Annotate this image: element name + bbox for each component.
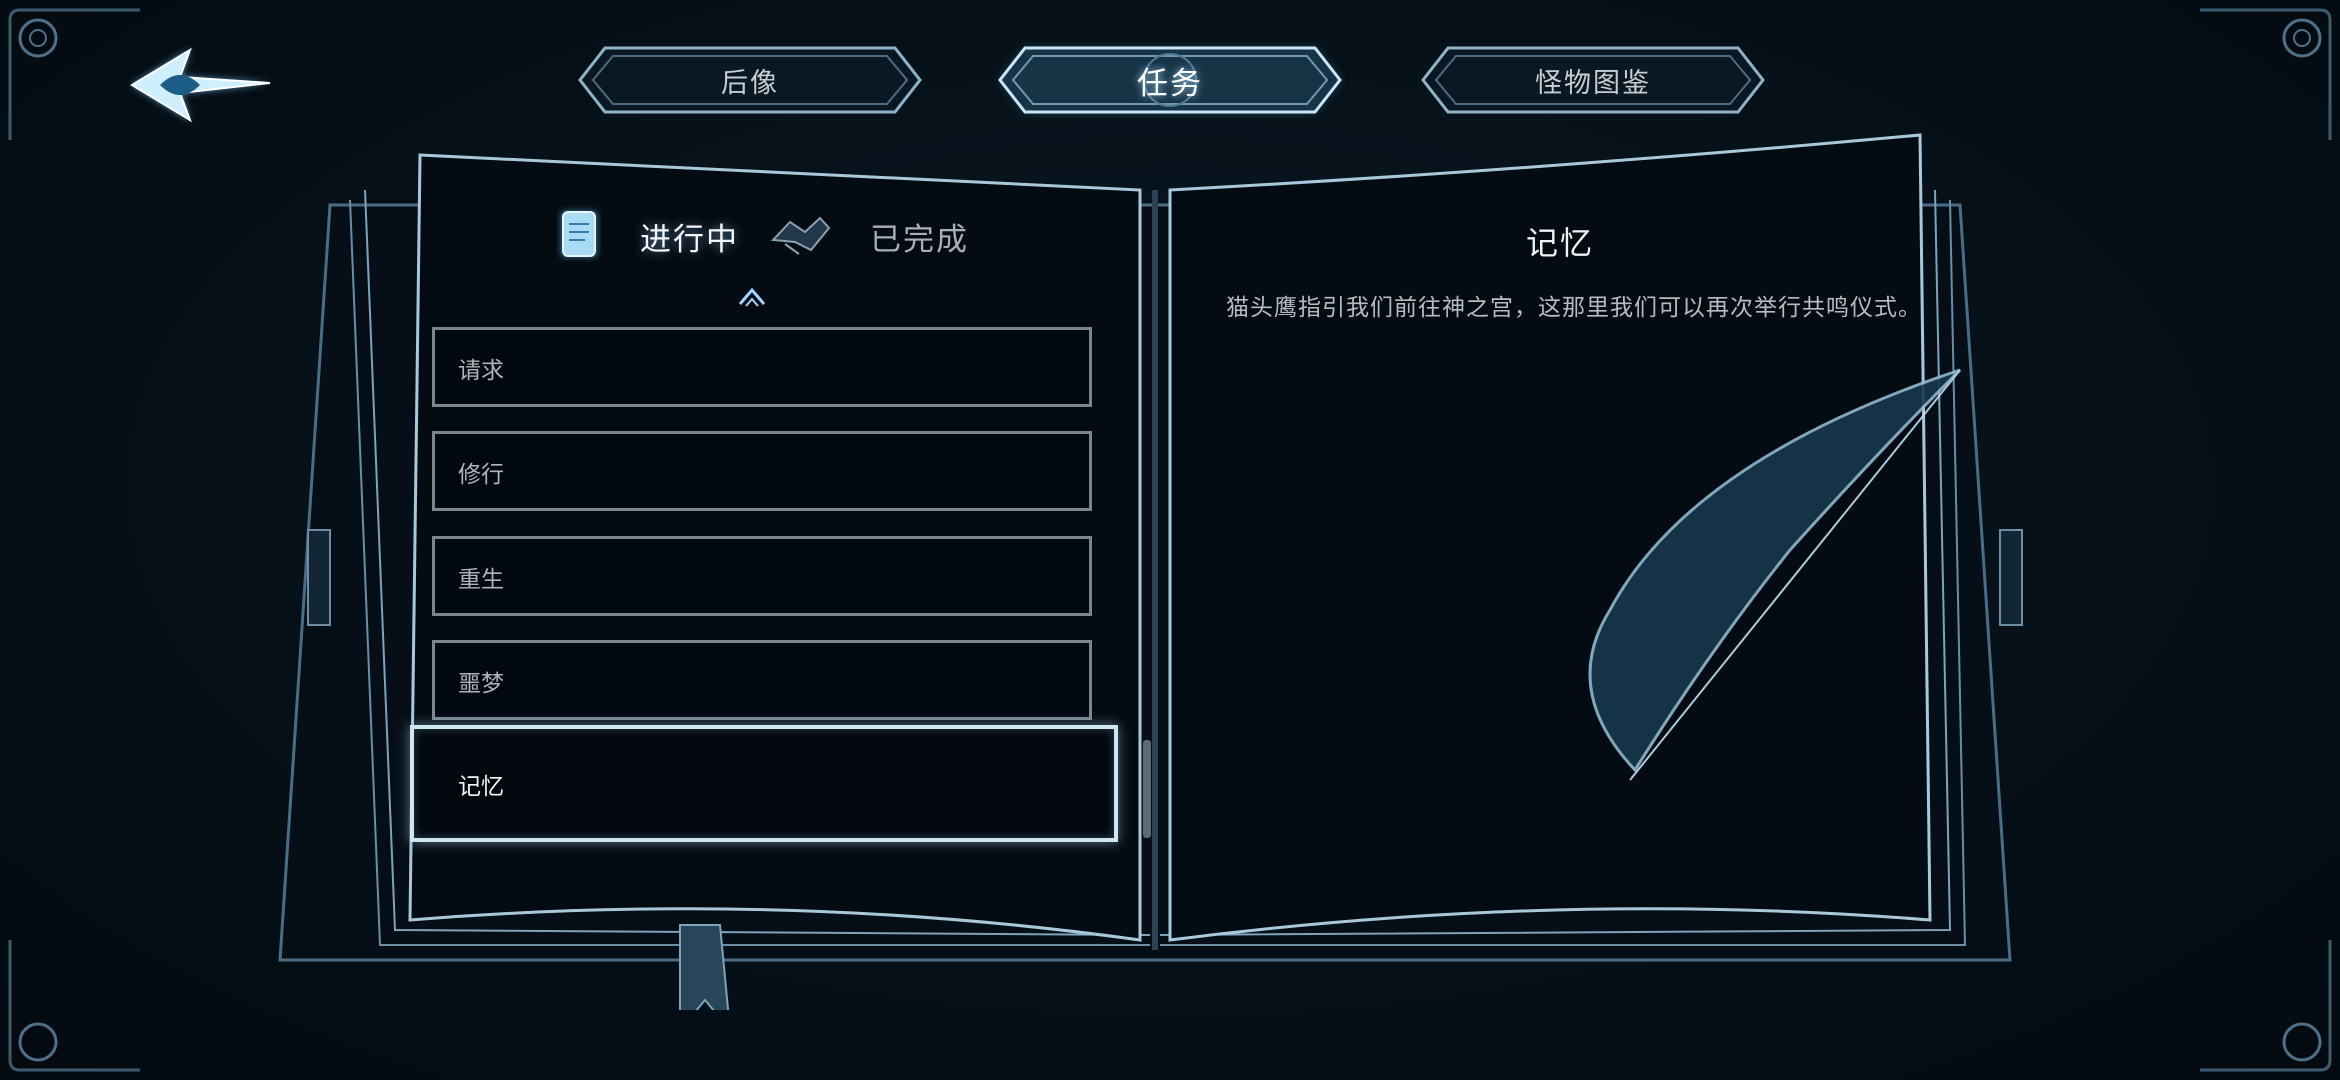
tab-quests[interactable]: 任务 [995,42,1345,118]
subtab-completed[interactable]: 已完成 [765,200,995,270]
quest-item-label: 噩梦 [458,671,504,697]
tab-afterimage-label: 后像 [721,67,779,99]
quest-item[interactable]: 重生 [432,536,1092,616]
tab-quests-label: 任务 [1137,65,1203,102]
tab-bestiary[interactable]: 怪物图鉴 [1418,42,1768,118]
quest-item[interactable]: 请求 [432,327,1092,407]
scroll-icon [560,210,598,258]
subtab-in-progress-label: 进行中 [640,222,739,258]
quest-item[interactable]: 修行 [432,431,1092,511]
quest-item-selected[interactable]: 记忆 [410,725,1118,842]
quest-item-label: 修行 [458,462,504,488]
corner-ornament-bottom-left [8,940,140,1072]
quest-item[interactable]: 噩梦 [432,640,1092,720]
quest-detail-title: 记忆 [1525,224,1594,262]
tab-bestiary-label: 怪物图鉴 [1535,67,1651,99]
scroll-up-chevron-icon[interactable] [736,282,768,310]
handshake-icon [770,216,831,255]
corner-ornament-bottom-right [2200,940,2332,1072]
quest-list-scrollbar[interactable] [1143,740,1151,838]
quest-item-label: 记忆 [458,774,504,800]
quest-detail-description: 猫头鹰指引我们前往神之宫，这那里我们可以再次举行共鸣仪式。 [1226,295,1922,321]
corner-ornament-top-right [2200,8,2332,140]
quest-item-label: 重生 [458,567,504,593]
back-arrow-icon[interactable] [120,35,280,135]
subtab-in-progress[interactable]: 进行中 [545,200,760,270]
tab-afterimage[interactable]: 后像 [575,42,925,118]
quest-item-label: 请求 [458,358,504,384]
subtab-completed-label: 已完成 [870,222,969,258]
